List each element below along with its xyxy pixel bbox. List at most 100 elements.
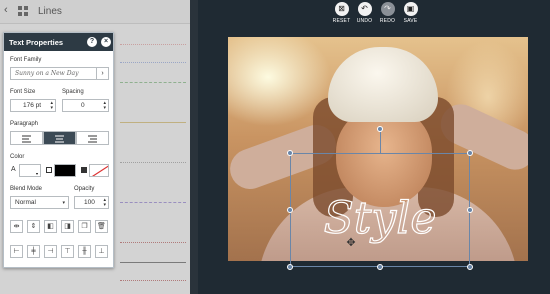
text-color-picker[interactable]: A ▾ xyxy=(10,164,43,177)
text-properties-panel: Text Properties ? × Font Family Sunny on… xyxy=(3,32,114,268)
no-color-icon xyxy=(91,165,108,176)
chevron-right-icon: › xyxy=(96,68,108,79)
back-icon[interactable]: ‹ xyxy=(4,4,8,16)
stepper-icon[interactable]: ▴ ▾ xyxy=(50,101,53,111)
flip-horizontal-icon: ⇹ xyxy=(13,222,20,230)
fill-square-icon xyxy=(46,167,52,173)
font-size-value: 176 pt xyxy=(23,102,42,109)
opacity-value: 100 xyxy=(84,199,95,206)
top-toolbar: ⊠ RESET ↶ UNDO ↷ REDO ▣ SAVE xyxy=(332,2,420,24)
reset-icon: ⊠ xyxy=(334,2,349,16)
align-left-edge-button[interactable]: ⊢ xyxy=(10,245,23,258)
trash-icon: 🗑 xyxy=(97,222,106,230)
align-center-h-button[interactable]: ╪ xyxy=(27,245,40,258)
align-right-button[interactable] xyxy=(76,131,109,145)
bring-forward-button[interactable]: ◧ xyxy=(44,220,57,233)
stroke-color-picker[interactable] xyxy=(80,164,111,177)
align-left-edge-icon: ⊢ xyxy=(13,247,20,255)
library-header: ‹ Lines xyxy=(0,0,190,24)
bring-forward-icon: ◧ xyxy=(47,222,54,230)
close-icon[interactable]: × xyxy=(101,37,111,47)
save-button[interactable]: ▣ SAVE xyxy=(401,2,420,24)
resize-handle-bm[interactable] xyxy=(377,264,383,270)
flip-horizontal-button[interactable]: ⇹ xyxy=(10,220,23,233)
align-top-edge-icon: ⊤ xyxy=(64,247,71,255)
align-center-icon xyxy=(55,135,64,143)
line-sample[interactable] xyxy=(120,162,186,163)
delete-button[interactable]: 🗑 xyxy=(95,220,108,233)
fill-color-swatch xyxy=(54,164,76,177)
align-right-icon xyxy=(88,135,97,143)
rotation-stem xyxy=(380,129,381,153)
undo-button[interactable]: ↶ UNDO xyxy=(355,2,374,24)
line-sample[interactable] xyxy=(120,122,186,123)
resize-handle-bl[interactable] xyxy=(287,264,293,270)
stepper-icon[interactable]: ▴ ▾ xyxy=(103,101,106,111)
flip-vertical-button[interactable]: ⇕ xyxy=(27,220,40,233)
send-backward-icon: ◨ xyxy=(64,222,71,230)
line-sample[interactable] xyxy=(120,280,186,281)
font-family-label: Font Family xyxy=(10,57,42,63)
duplicate-icon: ❐ xyxy=(81,222,88,230)
line-sample[interactable] xyxy=(120,62,186,63)
line-sample[interactable] xyxy=(120,44,186,45)
opacity-label: Opacity xyxy=(74,186,95,192)
grid-icon[interactable] xyxy=(18,6,28,16)
reset-button[interactable]: ⊠ RESET xyxy=(332,2,351,24)
panel-header: Text Properties ? × xyxy=(4,33,113,51)
text-color-letter: A xyxy=(11,166,16,173)
resize-handle-tr[interactable] xyxy=(467,150,473,156)
chevron-down-icon: ▾ xyxy=(62,200,65,206)
opacity-input[interactable]: 100 ▴ ▾ xyxy=(74,196,109,209)
align-middle-v-button[interactable]: ╫ xyxy=(78,245,91,258)
stroke-color-swatch xyxy=(89,164,109,177)
undo-icon: ↶ xyxy=(357,2,372,16)
spacing-value: 0 xyxy=(81,102,85,109)
align-center-button[interactable] xyxy=(43,131,76,145)
panel-divider xyxy=(190,0,198,294)
resize-handle-ml[interactable] xyxy=(287,207,293,213)
align-center-h-icon: ╪ xyxy=(31,247,36,255)
chevron-down-icon: ▾ xyxy=(36,171,39,176)
spacing-label: Spacing xyxy=(62,89,84,95)
font-family-select[interactable]: Sunny on a New Day › xyxy=(10,67,109,80)
rotate-handle[interactable] xyxy=(377,126,383,132)
align-right-edge-button[interactable]: ⊣ xyxy=(44,245,57,258)
save-label: SAVE xyxy=(403,18,418,24)
redo-button[interactable]: ↷ REDO xyxy=(378,2,397,24)
align-top-edge-button[interactable]: ⊤ xyxy=(61,245,74,258)
font-size-label: Font Size xyxy=(10,89,36,95)
font-family-value: Sunny on a New Day xyxy=(15,70,79,77)
line-sample[interactable] xyxy=(120,202,186,203)
resize-handle-tl[interactable] xyxy=(287,150,293,156)
send-backward-button[interactable]: ◨ xyxy=(61,220,74,233)
resize-handle-br[interactable] xyxy=(467,264,473,270)
align-left-icon xyxy=(22,135,31,143)
resize-handle-mr[interactable] xyxy=(467,207,473,213)
selection-box[interactable] xyxy=(290,153,470,267)
line-sample[interactable] xyxy=(120,242,186,243)
spacing-input[interactable]: 0 ▴ ▾ xyxy=(62,99,109,112)
align-left-button[interactable] xyxy=(10,131,43,145)
blend-mode-select[interactable]: Normal ▾ xyxy=(10,196,69,209)
blend-mode-label: Blend Mode xyxy=(10,186,43,192)
save-icon: ▣ xyxy=(403,2,418,16)
line-sample[interactable] xyxy=(120,82,186,83)
duplicate-button[interactable]: ❐ xyxy=(78,220,91,233)
move-cursor-icon: ✥ xyxy=(346,236,356,249)
photo-hat xyxy=(328,47,438,122)
fill-color-picker[interactable] xyxy=(45,164,78,177)
align-right-edge-icon: ⊣ xyxy=(47,247,54,255)
color-label: Color xyxy=(10,154,25,160)
line-sample[interactable] xyxy=(120,262,186,263)
help-icon[interactable]: ? xyxy=(87,37,97,47)
font-size-input[interactable]: 176 pt ▴ ▾ xyxy=(10,99,56,112)
align-bottom-edge-icon: ⊥ xyxy=(98,247,105,255)
stroke-square-icon xyxy=(81,167,87,173)
library-title: Lines xyxy=(38,6,62,17)
align-bottom-edge-button[interactable]: ⊥ xyxy=(95,245,108,258)
paragraph-label: Paragraph xyxy=(10,121,39,127)
align-middle-v-icon: ╫ xyxy=(82,247,87,255)
flip-vertical-icon: ⇕ xyxy=(30,222,37,230)
stepper-icon[interactable]: ▴ ▾ xyxy=(103,198,106,208)
